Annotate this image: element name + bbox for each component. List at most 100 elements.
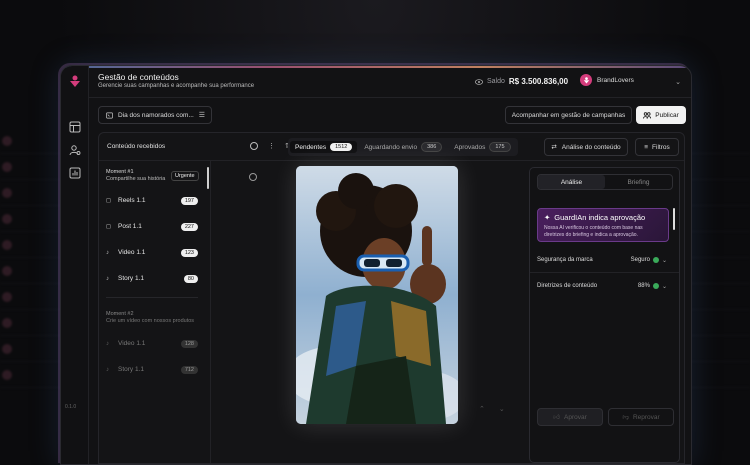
brand-selector[interactable]: BrandLovers [580,74,634,86]
list-icon: ☰ [198,112,205,119]
reject-label: Reprovar [632,413,660,421]
moment-subtitle: Crie um vídeo com nossos produtos [106,318,195,324]
item-count: 197 [180,196,198,205]
brand-name: BrandLovers [597,76,634,84]
brand-safety-row[interactable]: Segurança da marca Seguro ⌄ [537,252,667,268]
campaign-selector[interactable]: Dia dos namorados com... ☰ [98,106,212,124]
page-subtitle: Gerencie suas campanhas e acompanhe sua … [98,83,255,89]
content-analysis-button[interactable]: ⇄ Análise do conteúdo [544,138,628,156]
balance-label: Saldo [487,78,505,85]
users-icon[interactable] [69,144,81,156]
tab-approved[interactable]: Aprovados 175 [449,140,515,154]
item-count: 123 [180,248,198,257]
brand-logo-icon [70,75,80,87]
list-scrollbar[interactable] [207,167,209,189]
content-panel: Conteúdo recebidos ⋮ ⇅ Pendentes 1512 Ag… [98,132,685,464]
select-all-radio[interactable] [250,142,258,150]
content-viewer: ⌃ ⌄ [211,161,523,463]
content-preview-image[interactable] [296,166,458,424]
app-window: 0.1.0 Gestão de conteúdos Gerencie suas … [60,65,692,465]
brand-safety-status: Seguro [630,257,650,263]
dashboard-icon[interactable] [69,121,81,133]
tab-pending-label: Pendentes [295,143,327,151]
content-guidelines-score: 88% [637,283,650,289]
content-guidelines-row[interactable]: Diretrizes de conteúdo 88% ⌄ [537,278,667,294]
tab-awaiting-label: Aguardando envio [364,143,418,151]
chevron-down-icon: ⌄ [661,257,667,264]
panel-scrollbar[interactable] [673,208,675,230]
list-item[interactable]: ◻ Post 1.1 227 [106,220,198,233]
select-content-radio[interactable] [249,173,257,181]
moments-list: Moment #1 Compartilhe sua história Urgen… [99,161,211,463]
follow-campaign-button[interactable]: Acompanhar em gestão de campanhas [505,106,632,124]
tab-analysis[interactable]: Análise [538,175,605,189]
urgent-badge: Urgente [171,171,199,181]
tiktok-icon: ♪ [106,275,109,282]
tab-approved-label: Aprovados [454,143,486,151]
chevron-up-icon[interactable]: ⌃ [479,405,485,413]
check-icon [652,283,659,289]
background-app-right [688,128,750,465]
campaign-name: Dia dos namorados com... [118,111,194,119]
chevron-down-icon[interactable]: ⌄ [499,405,505,413]
list-item[interactable]: ♪ Story 1.1 712 [106,363,198,376]
toolbar: Dia dos namorados com... ☰ Acompanhar em… [89,98,691,128]
moment-title: Moment #1 [106,169,134,175]
instagram-icon: ◻ [106,224,111,230]
content-header: Conteúdo recebidos ⋮ ⇅ Pendentes 1512 Ag… [99,133,684,161]
list-item[interactable]: ♪ Video 1.1 123 [106,246,198,259]
divider [106,297,198,298]
item-count: 712 [180,365,198,374]
tab-awaiting-count: 386 [421,142,443,152]
list-item[interactable]: ♪ Video 1.1 128 [106,337,198,350]
person-photo-illustration [296,166,458,424]
analysis-icon: ⇄ [551,144,557,151]
tiktok-icon: ♪ [106,340,109,347]
item-label: Story 1.1 [118,275,145,282]
thumbs-up-icon: 👍︎ [553,414,561,421]
thumbs-down-icon: 👎︎ [622,414,629,421]
reject-button[interactable]: 👎︎ Reprovar [608,408,674,426]
moment-subtitle: Compartilhe sua história [106,176,166,182]
approve-button[interactable]: 👍︎ Aprovar [537,408,603,426]
page-title: Gestão de conteúdos [98,72,179,82]
brand-safety-label: Segurança da marca [537,257,593,263]
tiktok-icon: ♪ [106,366,109,373]
divider [530,272,679,273]
tab-awaiting[interactable]: Aguardando envio 386 [359,140,447,154]
chevron-down-icon[interactable]: ⌄ [675,78,681,86]
list-item[interactable]: ◻ Reels 1.1 197 [106,194,198,207]
sparkle-icon: ✦ [544,213,551,222]
tab-pending-count: 1512 [330,143,353,151]
eye-icon[interactable] [475,78,483,85]
check-icon [652,257,659,263]
panel-tabs: Análise Briefing [537,174,673,190]
content-title: Conteúdo recebidos [107,143,166,150]
filters-label: Filtros [652,143,670,151]
bulk-actions: ⋮ ⇅ [250,142,291,150]
list-item[interactable]: ♪ Story 1.1 80 [106,272,198,285]
tab-approved-count: 175 [489,142,511,152]
item-label: Reels 1.1 [118,197,146,204]
icon-sidebar: 0.1.0 [61,66,89,464]
campaign-icon [106,112,113,118]
chart-icon[interactable] [69,167,81,179]
app-version: 0.1.0 [65,404,77,410]
tab-briefing[interactable]: Briefing [605,175,672,189]
filters-button[interactable]: ≡ Filtros [635,138,679,156]
item-count: 227 [180,222,198,231]
preview-nav: ⌃ ⌄ [479,405,505,413]
tab-pending[interactable]: Pendentes 1512 [290,141,358,153]
chevron-down-icon: ⌄ [661,283,667,290]
ai-title: GuardIAn indica aprovação [554,213,646,222]
publish-button[interactable]: Publicar [636,106,686,124]
moment-header: Moment #2 Crie um vídeo com nossos produ… [106,311,194,325]
approve-label: Aprovar [564,413,587,421]
background-app-left [0,128,60,465]
analysis-panel: Análise Briefing ✦ GuardIAn indica aprov… [529,167,680,463]
tiktok-icon: ♪ [106,249,109,256]
content-analysis-label: Análise do conteúdo [561,143,621,151]
balance-value: R$ 3.500.836,00 [508,77,569,86]
ai-description: Nossa AI verificou o conteúdo com base n… [544,225,643,238]
more-icon[interactable]: ⋮ [268,142,275,150]
